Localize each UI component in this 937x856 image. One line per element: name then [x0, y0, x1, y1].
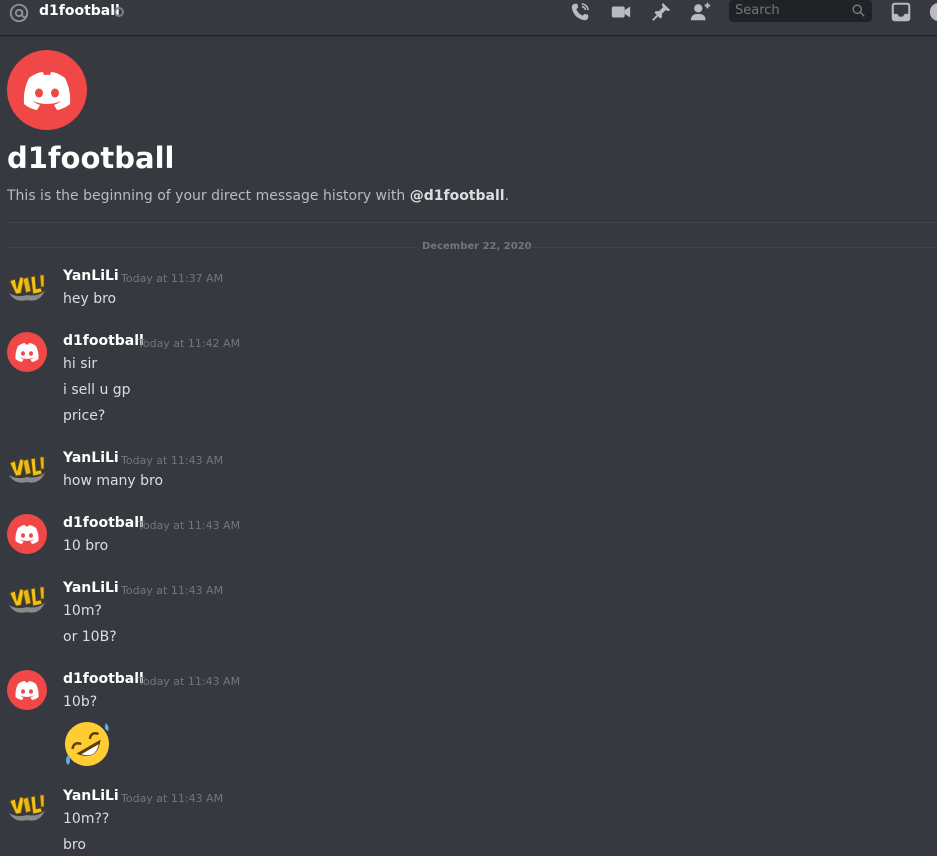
yanlili-logo-icon	[9, 456, 45, 483]
help-icon[interactable]	[928, 1, 937, 23]
avatar[interactable]	[7, 514, 47, 554]
message-text: 10b?	[63, 694, 98, 710]
subtitle-suffix: .	[504, 188, 510, 204]
message-text: or 10B?	[63, 629, 117, 645]
message-timestamp[interactable]: Today at 11:43 AM	[121, 584, 223, 597]
message-text: hi sir	[63, 356, 98, 372]
message-text: 10 bro	[63, 538, 109, 554]
date-divider-line	[530, 247, 937, 248]
message-author[interactable]: d1football	[63, 671, 144, 687]
message-text: hey bro	[63, 291, 117, 307]
message-author[interactable]: YanLiLi	[63, 580, 119, 596]
message-author[interactable]: d1football	[63, 333, 144, 349]
avatar[interactable]	[7, 579, 47, 619]
message-author[interactable]: YanLiLi	[63, 268, 119, 284]
avatar[interactable]	[7, 267, 47, 307]
dm-title: d1football	[7, 141, 175, 175]
yanlili-logo-icon	[9, 274, 45, 301]
search-input[interactable]: Search	[729, 0, 872, 22]
subtitle-text: This is the beginning of your direct mes…	[7, 188, 410, 204]
top-bar: d1football Search	[0, 0, 937, 35]
avatar[interactable]	[7, 449, 47, 489]
at-icon	[9, 3, 29, 23]
message-timestamp[interactable]: Today at 11:43 AM	[138, 675, 240, 688]
video-icon[interactable]	[610, 1, 632, 23]
discord-logo-icon	[15, 681, 39, 700]
avatar[interactable]	[7, 787, 47, 827]
yanlili-logo-icon	[9, 586, 45, 613]
message-author[interactable]: YanLiLi	[63, 450, 119, 466]
message-author[interactable]: d1football	[63, 515, 144, 531]
message-text: price?	[63, 408, 106, 424]
inbox-icon[interactable]	[890, 1, 912, 23]
message-text: 10m?	[63, 603, 102, 619]
message-text: 10m??	[63, 811, 110, 827]
avatar[interactable]	[7, 332, 47, 372]
message-timestamp[interactable]: Today at 11:42 AM	[138, 337, 240, 350]
message-text: i sell u gp	[63, 382, 131, 398]
search-placeholder: Search	[735, 3, 780, 18]
rofl-emoji-icon	[65, 722, 109, 766]
message-timestamp[interactable]: Today at 11:43 AM	[138, 519, 240, 532]
date-divider-line	[7, 247, 415, 248]
message-author[interactable]: YanLiLi	[63, 788, 119, 804]
phone-icon[interactable]	[569, 1, 591, 23]
discord-logo-icon	[15, 343, 39, 362]
message-text: how many bro	[63, 473, 164, 489]
discord-logo-icon	[23, 72, 71, 110]
discord-logo-icon	[15, 525, 39, 544]
message-timestamp[interactable]: Today at 11:37 AM	[121, 272, 223, 285]
subtitle-user: @d1football	[409, 188, 505, 204]
offline-status-icon	[114, 7, 124, 17]
yanlili-logo-icon	[9, 794, 45, 821]
header-divider	[7, 222, 937, 223]
add-friend-icon[interactable]	[690, 1, 712, 23]
channel-name[interactable]: d1football	[39, 3, 120, 19]
message-text: bro	[63, 837, 86, 853]
date-divider: December 22, 2020	[422, 241, 532, 252]
pin-icon[interactable]	[650, 1, 672, 23]
avatar[interactable]	[7, 670, 47, 710]
message-timestamp[interactable]: Today at 11:43 AM	[121, 454, 223, 467]
dm-subtitle: This is the beginning of your direct mes…	[7, 188, 509, 204]
search-icon	[852, 4, 865, 17]
dm-avatar	[7, 50, 87, 130]
message-timestamp[interactable]: Today at 11:43 AM	[121, 792, 223, 805]
